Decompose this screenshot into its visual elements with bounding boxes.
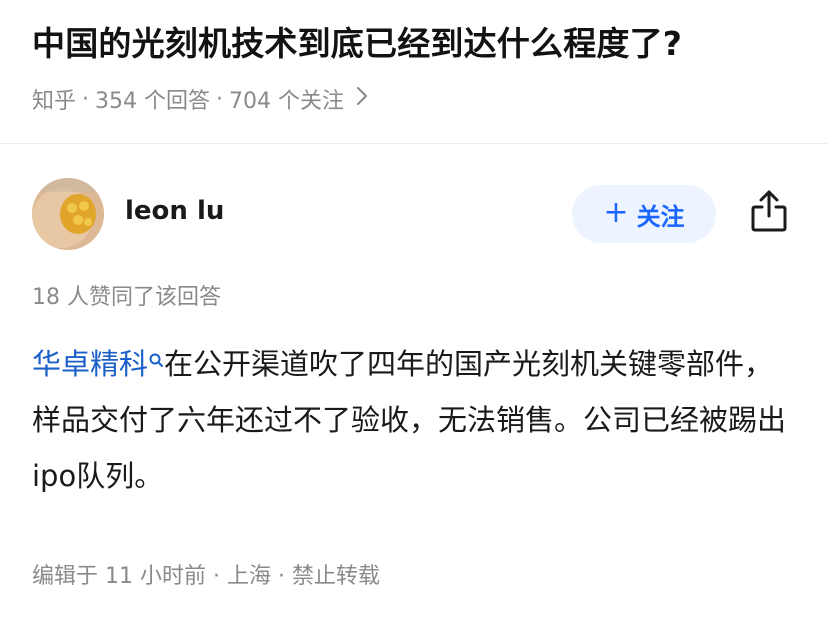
follower-count: 704 个关注: [229, 89, 345, 114]
question-title[interactable]: 中国的光刻机技术到底已经到达什么程度了?: [32, 22, 812, 66]
divider: [0, 143, 828, 144]
chevron-right-icon: [356, 86, 368, 112]
question-meta[interactable]: 知乎 · 354 个回答 · 704 个关注: [32, 83, 368, 115]
follow-button[interactable]: + 关注: [572, 185, 716, 243]
avatar[interactable]: [32, 178, 104, 250]
answer-body: 华卓精科 在公开渠道吹了四年的国产光刻机关键零部件，样品交付了六年还过不了验收，无…: [32, 336, 802, 504]
answer-count: 354 个回答: [95, 89, 211, 114]
author-name[interactable]: leon lu: [125, 196, 224, 226]
search-icon[interactable]: [148, 334, 164, 367]
meta-separator: ·: [216, 86, 224, 112]
keyword-link[interactable]: 华卓精科: [32, 347, 148, 381]
share-icon[interactable]: [749, 188, 789, 234]
follow-label: 关注: [636, 202, 685, 231]
likes-count: 18 人赞同了该回答: [32, 285, 221, 310]
answer-footer-meta: 编辑于 11 小时前 · 上海 · 禁止转载: [32, 564, 380, 589]
plus-icon: +: [603, 194, 629, 230]
meta-separator: ·: [82, 86, 90, 112]
source-label: 知乎: [32, 89, 77, 114]
